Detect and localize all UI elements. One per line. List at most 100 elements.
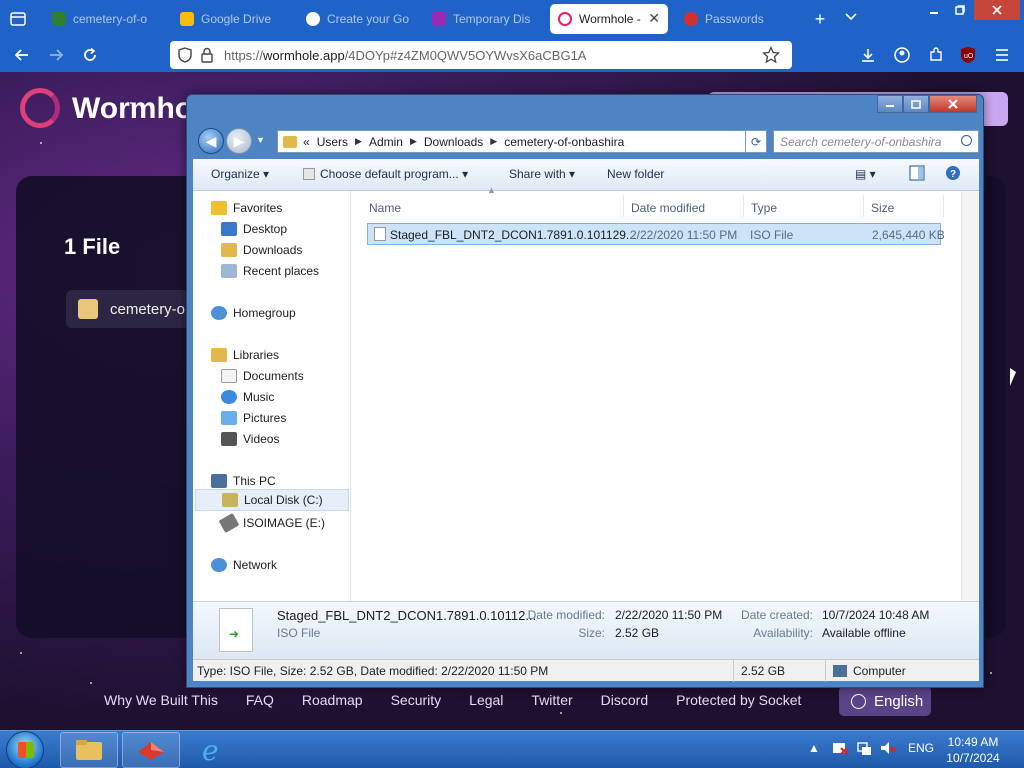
close-tab-icon[interactable]: ✕: [648, 10, 660, 27]
tab-temporary-disk[interactable]: Temporary Dis: [424, 4, 542, 34]
breadcrumb-arrow-icon[interactable]: ▶: [410, 136, 417, 147]
nav-this-pc[interactable]: This PC: [211, 474, 276, 488]
tab-wormhole[interactable]: Wormhole - ✕: [550, 4, 668, 34]
forward-icon[interactable]: [44, 43, 68, 67]
share-with-button[interactable]: Share with ▾: [509, 167, 575, 181]
url-bar[interactable]: https://wormhole.app/4DOYp#z4ZM0QWV5OYWv…: [170, 41, 792, 69]
column-header-type[interactable]: Type: [751, 201, 777, 215]
google-drive-icon: [180, 12, 194, 26]
details-date-modified: 2/22/2020 11:50 PM: [615, 608, 723, 622]
nav-isoimage[interactable]: ISOIMAGE (E:): [218, 512, 325, 534]
explorer-close-icon[interactable]: [929, 95, 977, 113]
explorer-address-bar[interactable]: « Users ▶ Admin ▶ Downloads ▶ cemetery-o…: [277, 130, 765, 153]
nav-downloads[interactable]: Downloads: [221, 243, 302, 257]
back-icon[interactable]: [10, 43, 34, 67]
file-count-heading: 1 File: [64, 234, 121, 259]
globe-icon: [851, 693, 866, 709]
downloads-icon[interactable]: [856, 43, 880, 67]
footer-link-socket[interactable]: Protected by Socket: [676, 692, 801, 708]
new-folder-button[interactable]: New folder: [607, 167, 664, 181]
preview-pane-icon[interactable]: [909, 165, 925, 184]
new-tab-icon[interactable]: +: [808, 7, 832, 31]
view-options-icon[interactable]: ▤ ▾: [855, 167, 876, 181]
vertical-scrollbar[interactable]: [961, 191, 978, 601]
browser-tab-bar: cemetery-of-o Google Drive Create your G…: [0, 0, 1024, 38]
restore-icon[interactable]: [946, 0, 974, 20]
explorer-minimize-icon[interactable]: [877, 95, 903, 113]
chevron-down-icon[interactable]: [844, 9, 864, 29]
bookmark-star-icon[interactable]: [761, 45, 781, 67]
nav-recent-places[interactable]: Recent places: [221, 264, 319, 278]
tab-cemetery[interactable]: cemetery-of-o: [44, 4, 162, 34]
pictures-icon: [221, 411, 237, 425]
lock-icon[interactable]: [200, 47, 214, 66]
shield-icon[interactable]: [178, 47, 192, 66]
clock[interactable]: 10:49 AM 10/7/2024: [938, 734, 1008, 766]
folder-icon: [283, 135, 297, 148]
nav-desktop[interactable]: Desktop: [221, 222, 287, 236]
footer-link-faq[interactable]: FAQ: [246, 692, 274, 708]
footer-link-roadmap[interactable]: Roadmap: [302, 692, 363, 708]
volume-muted-icon[interactable]: [880, 740, 896, 759]
action-center-icon[interactable]: [832, 740, 848, 759]
tab-google-drive[interactable]: Google Drive: [172, 4, 290, 34]
file-row[interactable]: Staged_FBL_DNT2_DCON1.7891.0.101129... 2…: [367, 223, 945, 245]
organize-button[interactable]: Organize ▾: [211, 167, 269, 181]
footer-link-legal[interactable]: Legal: [469, 692, 503, 708]
tab-passwords[interactable]: Passwords: [676, 4, 794, 34]
videos-icon: [221, 432, 237, 446]
nav-videos[interactable]: Videos: [221, 432, 279, 446]
taskbar-explorer[interactable]: [60, 732, 118, 768]
footer-link-security[interactable]: Security: [391, 692, 442, 708]
help-icon[interactable]: ?: [945, 165, 961, 184]
close-window-icon[interactable]: [974, 0, 1020, 20]
column-header-size[interactable]: Size: [871, 201, 894, 215]
reload-icon[interactable]: [78, 43, 102, 67]
details-size: 2.52 GB: [615, 626, 660, 640]
nav-network[interactable]: Network: [211, 558, 277, 572]
choose-default-program-button[interactable]: Choose default program... ▾: [303, 167, 468, 181]
taskbar-app-red[interactable]: [122, 732, 180, 768]
file-list-item[interactable]: cemetery-o: [66, 290, 206, 328]
nav-local-disk[interactable]: Local Disk (C:): [195, 489, 349, 511]
svg-text:?: ?: [950, 169, 956, 180]
footer-link-twitter[interactable]: Twitter: [531, 692, 572, 708]
recent-pages-icon[interactable]: ▼: [256, 135, 265, 145]
nav-pictures[interactable]: Pictures: [221, 411, 286, 425]
taskbar-ie[interactable]: e: [184, 732, 242, 768]
extensions-icon[interactable]: [924, 43, 948, 67]
nav-libraries[interactable]: Libraries: [211, 348, 279, 362]
account-icon[interactable]: [890, 43, 914, 67]
breadcrumb-downloads[interactable]: Downloads: [424, 135, 483, 149]
ublock-icon[interactable]: uO: [956, 43, 980, 67]
start-button[interactable]: [6, 731, 44, 768]
show-hidden-icons[interactable]: ▲: [808, 741, 820, 755]
status-summary: Type: ISO File, Size: 2.52 GB, Date modi…: [197, 664, 549, 678]
language-button[interactable]: English: [839, 686, 931, 716]
nav-homegroup[interactable]: Homegroup: [211, 306, 296, 320]
breadcrumb-admin[interactable]: Admin: [369, 135, 403, 149]
breadcrumb-folder[interactable]: cemetery-of-onbashira: [504, 135, 624, 149]
minimize-icon[interactable]: [920, 0, 948, 20]
explorer-search-input[interactable]: Search cemetery-of-onbashira: [773, 130, 979, 153]
breadcrumb-users[interactable]: Users: [317, 135, 348, 149]
footer-link-discord[interactable]: Discord: [601, 692, 648, 708]
search-icon[interactable]: [961, 135, 972, 146]
explorer-back-icon[interactable]: ◀: [198, 128, 224, 154]
nav-music[interactable]: Music: [221, 390, 274, 404]
tab-list-icon[interactable]: [6, 8, 30, 30]
breadcrumb-arrow-icon[interactable]: ▶: [490, 136, 497, 147]
breadcrumb-arrow-icon[interactable]: ▶: [355, 136, 362, 147]
tab-create-account[interactable]: Create your Go: [298, 4, 416, 34]
footer-link-why[interactable]: Why We Built This: [104, 692, 218, 708]
column-header-date-modified[interactable]: Date modified: [631, 201, 705, 215]
input-language[interactable]: ENG: [908, 741, 934, 755]
refresh-icon[interactable]: ⟳: [745, 130, 767, 153]
column-header-name[interactable]: Name: [369, 201, 401, 215]
nav-documents[interactable]: Documents: [221, 369, 304, 383]
nav-favorites[interactable]: Favorites: [211, 201, 282, 215]
explorer-maximize-icon[interactable]: [903, 95, 929, 113]
explorer-forward-icon[interactable]: ▶: [226, 128, 252, 154]
menu-icon[interactable]: [990, 43, 1014, 67]
network-tray-icon[interactable]: [856, 740, 872, 759]
